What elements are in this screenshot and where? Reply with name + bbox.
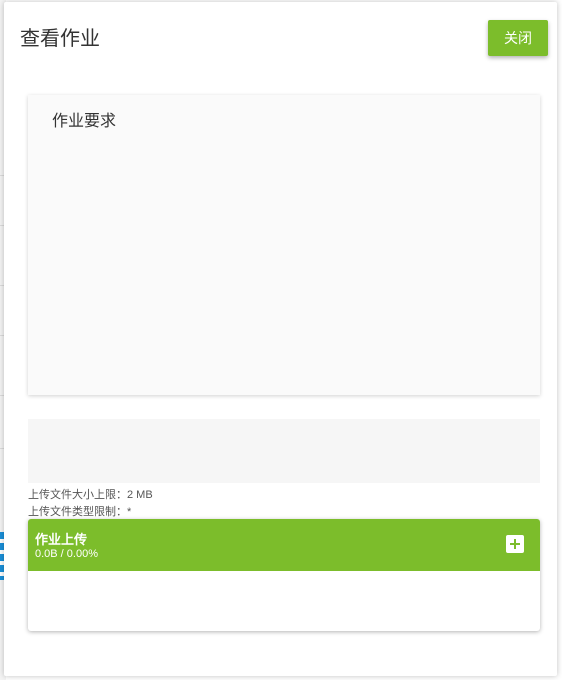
modal-title: 查看作业 [20,28,100,50]
upload-size-limit: 上传文件大小上限：2 MB [28,489,153,501]
close-button[interactable]: 关闭 [488,20,548,56]
upload-panel: 作业上传 0.0B / 0.00% [28,519,540,631]
plus-icon[interactable] [506,535,524,553]
requirements-title: 作业要求 [52,113,117,130]
upload-type-limit: 上传文件类型限制：* [28,506,132,518]
upload-panel-header: 作业上传 0.0B / 0.00% [28,519,540,571]
upload-progress-text: 0.0B / 0.00% [35,548,98,560]
homework-modal: 查看作业 关闭 作业要求 上传文件大小上限：2 MB 上传文件类型限制：* 作业… [4,2,557,676]
requirements-card: 作业要求 [28,95,540,395]
upload-panel-title: 作业上传 [35,532,88,547]
upload-drop-area[interactable] [28,419,540,483]
